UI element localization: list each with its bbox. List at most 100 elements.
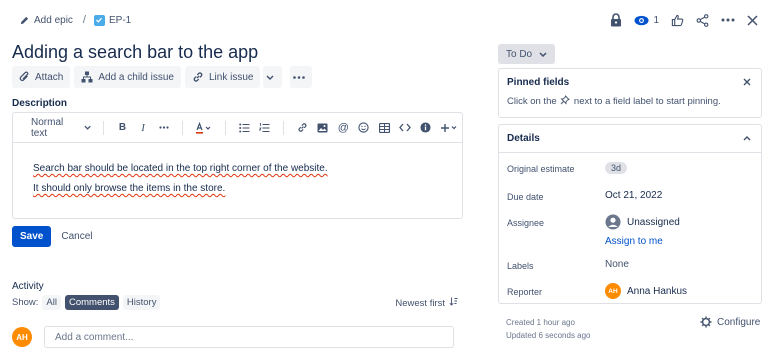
info-panel-button[interactable]: [418, 120, 433, 136]
close-icon[interactable]: [743, 78, 751, 86]
mention-button[interactable]: @: [336, 120, 351, 136]
filter-all[interactable]: All: [42, 295, 61, 310]
numbered-list-icon: [259, 122, 270, 132]
more-icon: [159, 126, 169, 129]
issue-toolbar: Attach Add a child issue Link issue: [12, 66, 316, 88]
save-button[interactable]: Save: [12, 226, 52, 247]
sort-toggle[interactable]: Newest first: [395, 297, 458, 309]
more-toolbar-button[interactable]: [290, 66, 313, 88]
add-child-label: Add a child issue: [98, 71, 174, 83]
editor-content[interactable]: Search bar should be located in the top …: [13, 143, 462, 194]
comment-composer: AH Add a comment...: [12, 326, 454, 348]
close-icon: [747, 14, 758, 26]
chevron-down-icon: [539, 51, 547, 57]
assignee-label: Assignee: [507, 218, 545, 228]
image-button[interactable]: [315, 120, 330, 136]
original-estimate-value[interactable]: 3d: [605, 162, 628, 174]
more-actions-button[interactable]: [721, 9, 735, 31]
attach-label: Attach: [35, 71, 64, 83]
labels-label: Labels: [507, 261, 534, 271]
show-label: Show:: [12, 297, 39, 308]
description-editor[interactable]: Normal text B I @ Search bar should be l…: [12, 112, 463, 219]
sort-icon: [449, 297, 458, 309]
configure-button[interactable]: Configure: [700, 316, 760, 328]
filter-history[interactable]: History: [122, 295, 161, 310]
text-style-dropdown[interactable]: Normal text: [31, 117, 91, 139]
cancel-button[interactable]: Cancel: [51, 226, 102, 247]
add-child-issue-button[interactable]: Add a child issue: [74, 66, 181, 88]
issue-title[interactable]: Adding a search bar to the app: [12, 42, 258, 63]
activity-heading: Activity: [12, 281, 44, 292]
share-icon: [696, 13, 709, 27]
original-estimate-label: Original estimate: [507, 164, 575, 174]
close-button[interactable]: [747, 9, 758, 31]
more-icon: [293, 75, 305, 79]
pinned-fields-header: Pinned fields: [499, 69, 761, 95]
link-button[interactable]: [295, 120, 310, 136]
avatar: AH: [605, 283, 621, 299]
pinned-hint-after: next to a field label to start pinning.: [573, 96, 721, 107]
plus-icon: [440, 123, 457, 132]
editor-actions: Save Cancel: [12, 226, 103, 247]
unassigned-user-icon: [605, 214, 621, 230]
breadcrumb: Add epic / EP-1: [20, 13, 131, 27]
link-issue-dropdown[interactable]: [262, 66, 283, 88]
watch-button[interactable]: 1: [634, 9, 659, 31]
link-icon: [298, 123, 307, 132]
pinned-hint-before: Click on the: [507, 96, 557, 107]
filter-comments[interactable]: Comments: [64, 295, 119, 310]
description-line-1: Search bar should be located in the top …: [33, 163, 328, 174]
thumbs-up-icon: [671, 14, 684, 26]
due-date-value[interactable]: Oct 21, 2022: [605, 190, 662, 201]
like-button[interactable]: [671, 9, 684, 31]
details-title: Details: [507, 133, 540, 144]
share-button[interactable]: [696, 9, 709, 31]
sort-label: Newest first: [395, 297, 445, 309]
toolbar-divider: [181, 120, 183, 135]
status-label: To Do: [506, 48, 533, 60]
chevron-down-icon: [266, 75, 274, 80]
pinned-fields-title: Pinned fields: [507, 76, 570, 88]
table-button[interactable]: [377, 120, 392, 136]
eye-icon: [634, 15, 649, 25]
pin-icon: [560, 95, 571, 105]
activity-filter: Show: All Comments History: [12, 295, 161, 310]
text-color-button[interactable]: [194, 120, 214, 136]
status-dropdown[interactable]: To Do: [498, 44, 556, 64]
comment-input[interactable]: Add a comment...: [44, 326, 454, 348]
labels-value[interactable]: None: [605, 259, 629, 270]
toolbar-divider: [224, 120, 226, 135]
attach-button[interactable]: Attach: [12, 66, 71, 88]
bold-button[interactable]: B: [115, 120, 130, 136]
info-icon: [420, 122, 431, 133]
toolbar-divider: [103, 120, 105, 135]
more-formatting-button[interactable]: [156, 120, 171, 136]
numbered-list-button[interactable]: [257, 120, 272, 136]
reporter-label: Reporter: [507, 287, 543, 297]
issue-key: EP-1: [108, 14, 132, 26]
description-line-2: It should only browse the items in the s…: [33, 183, 226, 194]
bullet-list-icon: [238, 123, 250, 132]
paperclip-icon: [19, 71, 29, 81]
hierarchy-icon: [81, 71, 93, 83]
pinned-fields-panel: Pinned fields Click on the next to a fie…: [498, 68, 762, 118]
lock-button[interactable]: [610, 9, 622, 31]
due-date-label: Due date: [507, 192, 544, 202]
assign-to-me-link[interactable]: Assign to me: [605, 236, 663, 247]
code-button[interactable]: [398, 120, 413, 136]
code-icon: [399, 123, 411, 132]
emoji-button[interactable]: [357, 120, 372, 136]
pencil-icon: [20, 16, 29, 24]
breadcrumb-separator: /: [82, 14, 86, 26]
reporter-value[interactable]: AH Anna Hankus: [605, 283, 687, 299]
details-header[interactable]: Details: [499, 125, 761, 153]
insert-more-button[interactable]: [439, 120, 459, 136]
issue-key-link[interactable]: EP-1: [93, 14, 132, 26]
bullet-list-button[interactable]: [237, 120, 252, 136]
gear-icon: [700, 316, 712, 328]
add-epic-link[interactable]: Add epic: [20, 15, 73, 26]
assignee-value[interactable]: Unassigned: [605, 214, 680, 230]
italic-button[interactable]: I: [136, 120, 151, 136]
description-label: Description: [12, 98, 68, 109]
link-issue-button[interactable]: Link issue: [184, 66, 261, 88]
